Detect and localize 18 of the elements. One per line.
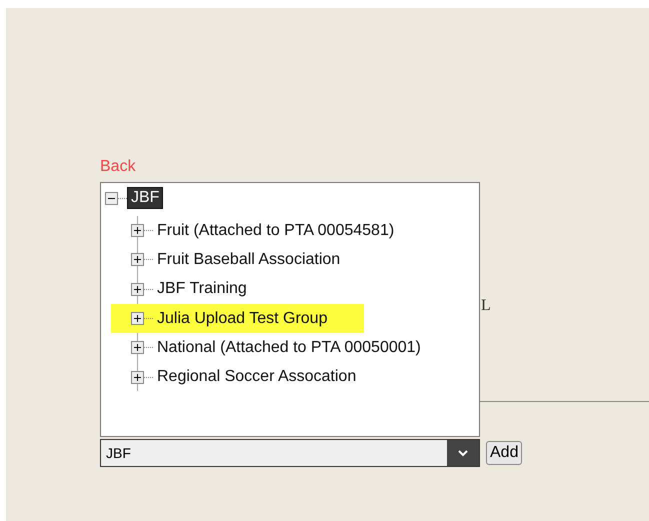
expand-icon[interactable] (131, 341, 144, 354)
tree-node[interactable]: JBF (127, 187, 164, 209)
group-dropdown[interactable]: JBF (100, 439, 480, 467)
expand-icon[interactable] (131, 224, 144, 238)
tree-node[interactable]: Regional Soccer Assocation (157, 368, 356, 386)
expand-icon[interactable] (131, 282, 144, 296)
tree-node[interactable]: Fruit Baseball Association (157, 250, 340, 269)
add-button[interactable]: Add (486, 441, 522, 465)
side-text: L (481, 297, 491, 315)
tree-node[interactable]: Julia Upload Test Group (157, 310, 328, 328)
expand-icon[interactable] (131, 253, 144, 266)
expand-icon[interactable] (131, 312, 144, 326)
tree-node[interactable]: National (Attached to PTA 00050001) (157, 338, 421, 357)
tree-node[interactable]: Fruit (Attached to PTA 00054581) (157, 222, 394, 240)
expand-icon[interactable] (131, 370, 144, 384)
tree-node[interactable]: JBF Training (157, 280, 247, 298)
chevron-down-icon (447, 440, 479, 466)
collapse-icon[interactable] (105, 192, 118, 204)
